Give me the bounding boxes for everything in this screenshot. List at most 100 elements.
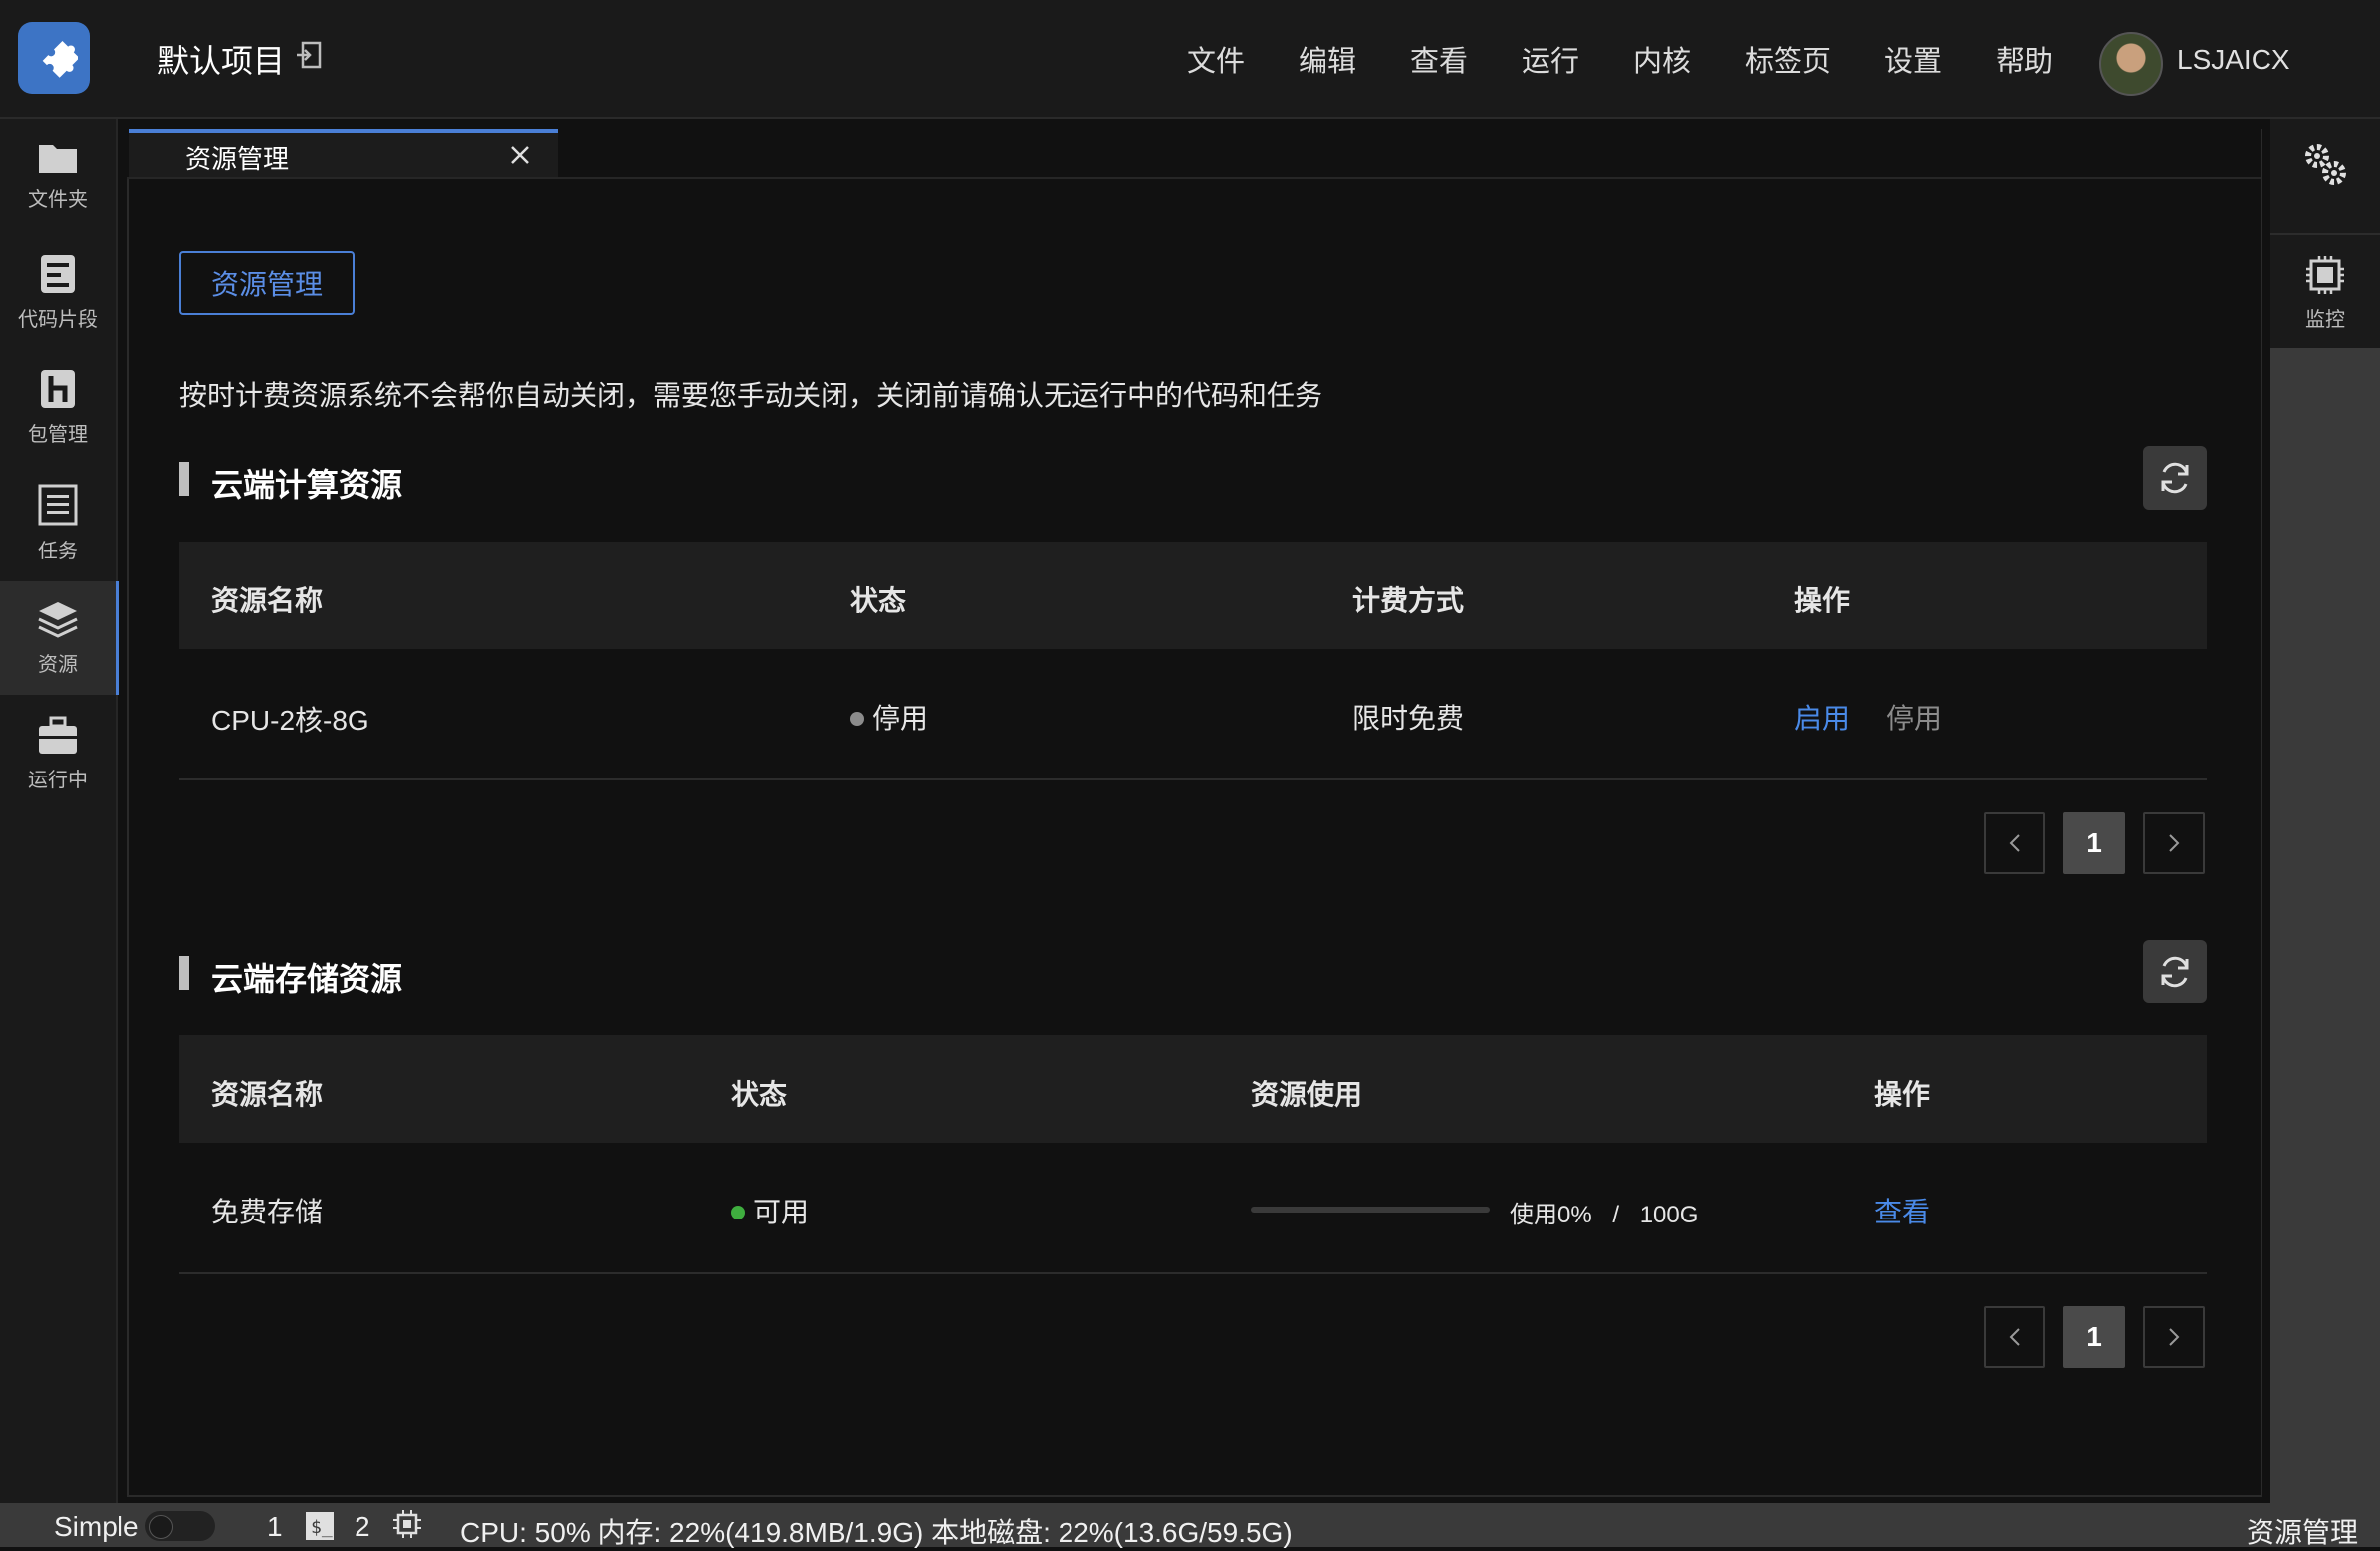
- code-snippet-icon: [41, 254, 75, 293]
- sidebar-item-label: 监控: [2305, 309, 2345, 331]
- table-row: CPU-2核-8G 停用 限时免费 启用 停用: [179, 651, 2207, 780]
- column-header: 操作: [1874, 1079, 1931, 1110]
- menu-edit[interactable]: 编辑: [1299, 0, 1356, 117]
- right-sidebar-settings[interactable]: [2300, 139, 2350, 194]
- column-header: 资源名称: [211, 585, 324, 616]
- compute-table-header: 资源名称 状态 计费方式 操作: [179, 542, 2207, 649]
- status-cell: 可用: [731, 1191, 809, 1230]
- sidebar-item-resources[interactable]: 资源: [0, 581, 119, 695]
- kernel-chip-icon[interactable]: [392, 1509, 422, 1539]
- resource-management-button[interactable]: 资源管理: [179, 251, 355, 315]
- disable-link[interactable]: 停用: [1886, 697, 1942, 737]
- sidebar-item-label: 任务: [38, 540, 78, 562]
- tab-title: 资源管理: [185, 144, 290, 174]
- menu-help[interactable]: 帮助: [1996, 0, 2053, 117]
- menu-tabs[interactable]: 标签页: [1745, 0, 1831, 117]
- prev-page-button[interactable]: [1984, 812, 2045, 874]
- terminal-count: 1: [267, 1511, 283, 1542]
- usage-label: 使用0%: [1510, 1202, 1592, 1228]
- usage-text: 使用0% / 100G: [1510, 1195, 1698, 1229]
- sidebar-item-snippets[interactable]: 代码片段: [0, 235, 116, 348]
- view-link[interactable]: 查看: [1874, 1191, 1930, 1230]
- sidebar-item-label: 代码片段: [18, 308, 98, 331]
- column-header: 状态: [731, 1079, 788, 1110]
- app-logo[interactable]: [18, 22, 90, 94]
- sidebar-item-folder[interactable]: 文件夹: [0, 119, 116, 233]
- right-sidebar-monitor[interactable]: 监控: [2270, 255, 2380, 332]
- column-header: 资源使用: [1251, 1079, 1363, 1110]
- menu-view[interactable]: 查看: [1410, 0, 1468, 117]
- column-header: 状态: [850, 585, 907, 616]
- menu-run[interactable]: 运行: [1522, 0, 1579, 117]
- sidebar-item-label: 资源: [38, 653, 78, 676]
- avatar[interactable]: [2099, 32, 2163, 96]
- sidebar-item-label: 运行中: [28, 769, 88, 791]
- chip-icon: [2306, 256, 2344, 294]
- status-cell: 停用: [850, 697, 928, 737]
- storage-table-header: 资源名称 状态 资源使用 操作: [179, 1035, 2207, 1143]
- resource-name: CPU-2核-8G: [211, 705, 369, 736]
- menu-kernel[interactable]: 内核: [1633, 0, 1691, 117]
- storage-refresh-button[interactable]: [2143, 940, 2207, 1003]
- chevron-left-icon: [2009, 1328, 2020, 1346]
- layers-icon: [38, 601, 78, 638]
- billing-mode: 限时免费: [1352, 703, 1465, 734]
- puzzle-icon: [42, 41, 78, 78]
- section-marker: [179, 462, 189, 496]
- mode-label: Simple: [54, 1511, 139, 1542]
- sidebar-item-label: 包管理: [28, 423, 88, 446]
- project-title: 默认项目: [157, 43, 286, 79]
- next-page-button[interactable]: [2143, 1306, 2205, 1368]
- prev-page-button[interactable]: [1984, 1306, 2045, 1368]
- package-icon: [41, 369, 75, 408]
- briefcase-icon: [39, 716, 77, 754]
- status-dot: [731, 1205, 745, 1219]
- menu-settings[interactable]: 设置: [1884, 0, 1942, 117]
- status-text: 可用: [753, 1197, 810, 1227]
- column-header: 计费方式: [1352, 585, 1465, 616]
- toggle-knob: [149, 1515, 173, 1539]
- status-text: 停用: [872, 703, 929, 734]
- compute-refresh-button[interactable]: [2143, 446, 2207, 510]
- column-header: 操作: [1794, 585, 1851, 616]
- gears-icon: [2305, 144, 2346, 185]
- sidebar-item-label: 文件夹: [28, 188, 88, 211]
- refresh-icon: [2161, 956, 2189, 988]
- current-view-label: 资源管理: [2247, 1517, 2359, 1548]
- terminal-icon[interactable]: $_: [305, 1511, 335, 1541]
- username[interactable]: LSJAICX: [2177, 44, 2290, 76]
- billing-notice: 按时计费资源系统不会帮你自动关闭，需要您手动关闭，关闭前请确认无运行中的代码和任…: [179, 380, 1323, 411]
- chevron-left-icon: [2009, 834, 2020, 852]
- right-sidebar-divider: [2270, 233, 2380, 235]
- sidebar-item-running[interactable]: 运行中: [0, 697, 116, 810]
- close-icon[interactable]: [508, 143, 532, 167]
- chevron-right-icon: [2169, 834, 2180, 852]
- sidebar-item-packages[interactable]: 包管理: [0, 350, 116, 464]
- usage-progress-bar: [1251, 1207, 1490, 1213]
- usage-separator: /: [1612, 1202, 1620, 1228]
- table-row: 免费存储 可用 使用0% / 100G 查看: [179, 1145, 2207, 1274]
- sidebar-item-tasks[interactable]: 任务: [0, 466, 116, 579]
- refresh-icon: [2161, 462, 2189, 494]
- storage-section-title: 云端存储资源: [211, 961, 403, 997]
- exit-project-icon[interactable]: [295, 40, 323, 70]
- page-number[interactable]: 1: [2063, 1306, 2125, 1368]
- compute-section-title: 云端计算资源: [211, 467, 403, 503]
- system-stats: CPU: 50% 内存: 22%(419.8MB/1.9G) 本地磁盘: 22%…: [460, 1517, 1293, 1548]
- folder-icon: [39, 144, 77, 173]
- left-sidebar: 文件夹 代码片段 包管理 任务 资源 运行中: [0, 119, 119, 1503]
- task-list-icon: [38, 484, 78, 525]
- simple-mode-toggle[interactable]: [145, 1511, 215, 1541]
- menu-file[interactable]: 文件: [1187, 0, 1245, 117]
- status-dot: [850, 711, 864, 726]
- page-number[interactable]: 1: [2063, 812, 2125, 874]
- enable-link[interactable]: 启用: [1794, 697, 1850, 737]
- section-marker: [179, 956, 189, 990]
- next-page-button[interactable]: [2143, 812, 2205, 874]
- main-panel: [127, 129, 2262, 1497]
- resource-name: 免费存储: [211, 1197, 324, 1227]
- usage-total: 100G: [1639, 1202, 1699, 1228]
- svg-text:$_: $_: [311, 1517, 333, 1538]
- chevron-right-icon: [2169, 1328, 2180, 1346]
- kernel-count: 2: [355, 1511, 370, 1542]
